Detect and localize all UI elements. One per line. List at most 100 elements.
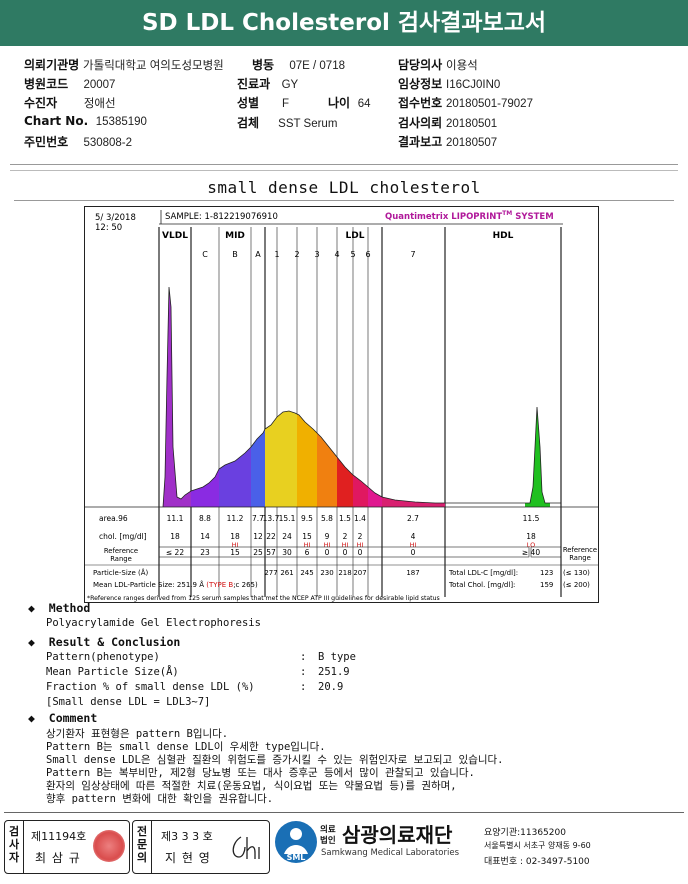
org-phone: 대표번호 : 02-3497-5100 (484, 857, 590, 867)
divider (14, 200, 674, 201)
subband-label: 4 (334, 250, 339, 259)
box-sep (151, 821, 152, 873)
info-label: 나이 (328, 96, 351, 110)
org-address: 서울특별시 서초구 양재동 9-60 (484, 841, 591, 850)
profile-segment (191, 469, 219, 507)
reference-value: 0 (358, 548, 363, 557)
specialist-label: 전문의 (136, 825, 148, 864)
result-colon: : (300, 681, 307, 693)
info-label: 병원코드 (24, 77, 69, 91)
result-heading: ◆ Result & Conclusion (28, 635, 181, 649)
info-label: Chart No. (24, 114, 89, 128)
report-title-banner: SD LDL Cholesterol 검사결과보고서 (0, 0, 688, 46)
reference-value: ≤ 22 (166, 548, 184, 557)
info-value: 20180507 (446, 137, 498, 149)
org-prefix: 의료 법인 (320, 825, 336, 847)
profile-segment (353, 475, 368, 507)
chol-value: 15 (302, 532, 312, 541)
chol-value: 22 (266, 532, 276, 541)
area-value: 15.1 (279, 514, 296, 523)
subband-label: C (202, 250, 208, 259)
info-age: 나이 64 (328, 94, 371, 111)
info-sex: 성별 F (237, 94, 289, 111)
specialist-box: 전문의 제3 3 3 호 지 현 영 (132, 820, 270, 874)
info-label: 임상정보 (398, 77, 443, 91)
info-value: 15385190 (95, 116, 147, 128)
info-label: 검사의뢰 (398, 116, 443, 130)
info-label: 접수번호 (398, 96, 443, 110)
area-value: 13.7 (263, 514, 280, 523)
chol-value: 14 (200, 532, 210, 541)
total-ldl-value: 123 (540, 569, 553, 577)
reference-value: 0 (343, 548, 348, 557)
result-colon: : (300, 666, 307, 678)
footer-divider (4, 812, 684, 813)
profile-segment (265, 417, 277, 507)
org-prefix-top: 의료 (320, 825, 336, 835)
reference-value: 30 (282, 548, 292, 557)
result-value: B type (318, 651, 356, 663)
total-chol-ref: (≤ 200) (563, 581, 590, 589)
subband-label: 6 (365, 250, 370, 259)
info-ward: 병동 07E / 0718 (252, 56, 345, 73)
method-text: Polyacrylamide Gel Electrophoresis (46, 617, 261, 629)
comment-heading: ◆ Comment (28, 711, 98, 725)
brand-name: Quantimetrix LIPOPRINTTM SYSTEM (385, 210, 554, 222)
profile-segment (219, 447, 251, 507)
comment-heading-text: Comment (48, 711, 98, 725)
total-ldl-label: Total LDL-C [mg/dl]: (448, 569, 518, 577)
seal-stamp-icon (93, 830, 125, 862)
mean-size: Mean LDL-Particle Size: 251.9 Å (TYPE B;… (93, 580, 258, 589)
profile-segment (297, 414, 317, 507)
info-value: 이용석 (446, 60, 478, 72)
info-label: 주민번호 (24, 135, 69, 149)
profile-segment (368, 487, 382, 507)
footnote: *Reference ranges derived from 125 serum… (87, 595, 440, 602)
result-colon: : (300, 651, 307, 663)
info-label: 진료과 (237, 77, 271, 91)
total-chol-label: Total Chol. [mg/dl]: (448, 581, 515, 589)
signature-icon (232, 836, 260, 859)
subband-label: 7 (410, 250, 415, 259)
box-sep (23, 821, 24, 873)
info-value: 64 (357, 98, 371, 110)
chol-value: 9 (325, 532, 330, 541)
chol-label: chol. [mg/dl] (99, 532, 147, 541)
info-chart-no: Chart No. 15385190 (24, 114, 147, 128)
info-label: 성별 (237, 96, 260, 110)
sml-logo-icon: SML (275, 821, 317, 863)
chol-value: 18 (230, 532, 240, 541)
info-doctor: 담당의사 이용석 (398, 56, 478, 73)
checker-label: 검사자 (8, 825, 20, 864)
profile-segment (277, 411, 297, 507)
result-heading-text: Result & Conclusion (48, 635, 181, 649)
report-title: SD LDL Cholesterol 검사결과보고서 (141, 10, 547, 36)
subband-label: 3 (314, 250, 319, 259)
chol-value: 12 (253, 532, 263, 541)
result-label: Pattern(phenotype) (46, 651, 160, 663)
profile-segment (337, 457, 353, 507)
particle-size-value: 245 (300, 569, 313, 577)
area-value: 1.4 (354, 514, 366, 523)
info-department: 진료과 GY (237, 75, 298, 92)
subband-label: 5 (350, 250, 355, 259)
info-report-date: 결과보고 20180507 (398, 133, 497, 150)
chol-value: 2 (358, 532, 363, 541)
chart-date: 5/ 3/2018 (95, 213, 136, 223)
brand-text: Quantimetrix LIPOPRINT (385, 212, 502, 222)
logo-text: SML (287, 853, 306, 862)
reference-label: Reference Range (104, 547, 138, 563)
particle-size-label: Particle-Size (Å) (93, 568, 149, 577)
lipoprint-chart: 5/ 3/2018 12: 50 SAMPLE: 1-812219076910 … (84, 206, 599, 603)
chol-value: 18 (526, 532, 536, 541)
profile-segment (525, 407, 550, 507)
subband-label: 1 (274, 250, 279, 259)
area-value: 1.5 (339, 514, 351, 523)
result-label: Mean Particle Size(Å) (46, 666, 179, 678)
info-hospital-code: 병원코드 20007 (24, 75, 115, 92)
chart-sample: SAMPLE: 1-812219076910 (165, 212, 278, 222)
profile-segment (163, 287, 191, 507)
info-label: 병동 (252, 58, 275, 72)
patient-info-block: 의뢰기관명 가톨릭대학교 여의도성모병원 병동 07E / 0718 담당의사 … (0, 46, 688, 156)
info-value: 가톨릭대학교 여의도성모병원 (83, 60, 224, 72)
